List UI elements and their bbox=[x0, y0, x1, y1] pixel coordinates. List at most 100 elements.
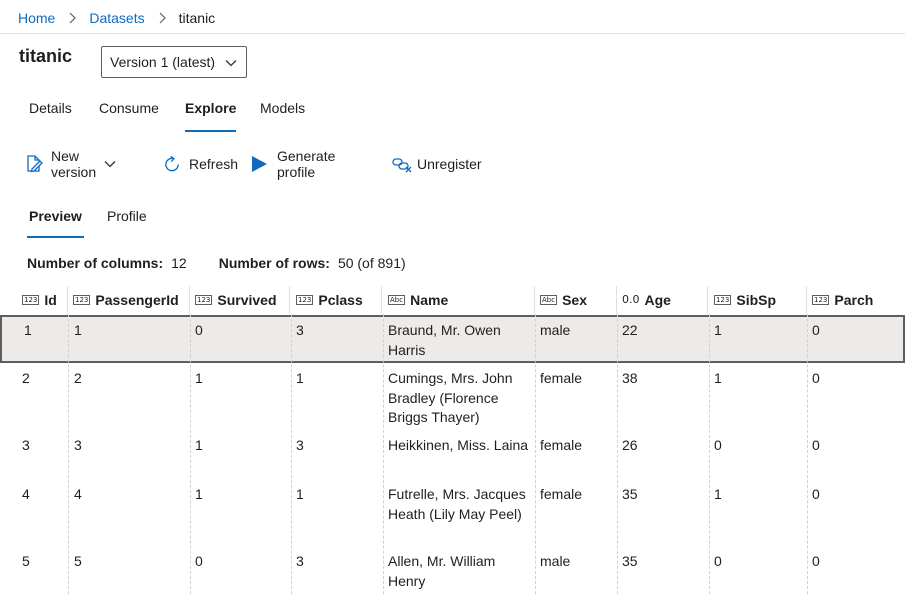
columns-count-value: 12 bbox=[171, 255, 187, 271]
tab-label: Models bbox=[260, 100, 306, 116]
tab-label: Consume bbox=[99, 100, 159, 116]
chevron-right-icon bbox=[145, 12, 179, 24]
table-cell: 0 bbox=[714, 437, 722, 453]
column-header-parch[interactable]: 123 Parch bbox=[812, 286, 905, 314]
unlink-icon bbox=[392, 155, 412, 173]
table-cell: 1 bbox=[195, 437, 203, 453]
tab-models[interactable]: Models bbox=[260, 100, 305, 132]
new-version-button[interactable]: New version bbox=[24, 148, 116, 180]
table-cell: 1 bbox=[714, 322, 722, 338]
breadcrumb-datasets-link[interactable]: Datasets bbox=[89, 10, 144, 26]
table-cell: 0 bbox=[714, 553, 722, 569]
tab-explore[interactable]: Explore bbox=[185, 100, 237, 132]
table-row[interactable]: 5 5 0 3 Allen, Mr. William Henry male 35… bbox=[0, 548, 905, 594]
numeric-type-icon: 123 bbox=[195, 295, 213, 305]
table-cell: 1 bbox=[714, 486, 722, 502]
numeric-type-icon: 123 bbox=[714, 295, 732, 305]
play-icon bbox=[250, 155, 268, 173]
column-header-label: Id bbox=[44, 292, 57, 308]
table-cell: female bbox=[540, 486, 583, 502]
column-header-sibsp[interactable]: 123 SibSp bbox=[714, 286, 807, 314]
refresh-button[interactable]: Refresh bbox=[163, 152, 238, 176]
column-header-label: Name bbox=[410, 292, 449, 308]
table-cell: Braund, Mr. Owen Harris bbox=[388, 322, 501, 358]
unregister-button[interactable]: Unregister bbox=[392, 152, 482, 176]
header-divider bbox=[0, 33, 905, 34]
column-divider bbox=[807, 314, 808, 594]
column-header-label: Parch bbox=[834, 292, 874, 308]
generate-profile-button[interactable]: Generate profile bbox=[250, 148, 335, 180]
table-cell: 0 bbox=[812, 322, 820, 338]
column-header-passengerid[interactable]: 123 PassengerId bbox=[73, 286, 190, 314]
text-type-icon: Abc bbox=[388, 295, 406, 305]
breadcrumb-current: titanic bbox=[178, 10, 216, 26]
column-header-label: Survived bbox=[217, 292, 277, 308]
columns-count-label: Number of columns: bbox=[27, 255, 164, 271]
table-row[interactable]: 2 2 1 1 Cumings, Mrs. John Bradley (Flor… bbox=[0, 365, 905, 431]
tab-profile[interactable]: Profile bbox=[107, 208, 147, 240]
column-header-pclass[interactable]: 123 Pclass bbox=[296, 286, 382, 314]
column-divider bbox=[535, 314, 536, 594]
version-dropdown-value: Version 1 (latest) bbox=[110, 54, 216, 70]
table-cell: 1 bbox=[195, 486, 203, 502]
tab-details[interactable]: Details bbox=[29, 100, 72, 132]
table-cell: 1 bbox=[195, 370, 203, 386]
column-header-name[interactable]: Abc Name bbox=[388, 286, 535, 314]
table-cell: 1 bbox=[296, 370, 304, 386]
column-divider bbox=[190, 314, 191, 594]
tab-label: Explore bbox=[185, 100, 237, 116]
numeric-type-icon: 123 bbox=[22, 295, 40, 305]
table-cell: 5 bbox=[74, 553, 82, 569]
tab-label: Profile bbox=[107, 208, 147, 224]
rows-count-value: 50 (of 891) bbox=[337, 255, 406, 271]
table-cell: 0 bbox=[195, 322, 203, 338]
refresh-icon bbox=[163, 155, 182, 174]
table-cell: 3 bbox=[296, 553, 304, 569]
table-cell: Heikkinen, Miss. Laina bbox=[388, 437, 529, 453]
table-cell: Futrelle, Mrs. Jacques Heath (Lily May P… bbox=[388, 486, 526, 522]
breadcrumb: Home Datasets titanic bbox=[18, 8, 215, 28]
column-divider bbox=[383, 314, 384, 594]
table-cell: 0 bbox=[812, 370, 820, 386]
tab-preview[interactable]: Preview bbox=[27, 208, 84, 240]
column-divider bbox=[709, 314, 710, 594]
column-header-sex[interactable]: Abc Sex bbox=[540, 286, 617, 314]
dataset-explore-page: Home Datasets titanic titanic Version 1 … bbox=[0, 0, 905, 594]
table-cell: 22 bbox=[622, 322, 638, 338]
table-row[interactable]: 4 4 1 1 Futrelle, Mrs. Jacques Heath (Li… bbox=[0, 481, 905, 547]
numeric-type-icon: 123 bbox=[812, 295, 830, 305]
table-cell: Allen, Mr. William Henry bbox=[388, 553, 496, 589]
new-version-label: New version bbox=[51, 148, 97, 180]
table-cell: 1 bbox=[74, 322, 82, 338]
breadcrumb-home-link[interactable]: Home bbox=[18, 10, 55, 26]
generate-profile-label: Generate profile bbox=[277, 148, 336, 180]
rows-count-label: Number of rows: bbox=[218, 255, 330, 271]
column-header-label: Pclass bbox=[318, 292, 363, 308]
column-header-label: PassengerId bbox=[95, 292, 179, 308]
column-header-id[interactable]: 123 Id bbox=[22, 286, 68, 314]
table-cell: 3 bbox=[74, 437, 82, 453]
table-row[interactable]: 1 1 0 3 Braund, Mr. Owen Harris male 22 … bbox=[0, 315, 905, 363]
column-divider bbox=[291, 314, 292, 594]
table-cell: female bbox=[540, 437, 583, 453]
table-cell: female bbox=[540, 370, 583, 386]
data-preview-table: 123 Id 123 PassengerId 123 Survived 123 … bbox=[0, 286, 905, 594]
chevron-down-icon bbox=[104, 160, 116, 168]
table-cell: 3 bbox=[22, 437, 30, 453]
version-dropdown[interactable]: Version 1 (latest) bbox=[101, 46, 247, 78]
column-header-survived[interactable]: 123 Survived bbox=[195, 286, 290, 314]
column-header-age[interactable]: 0.0 Age bbox=[622, 286, 708, 314]
tab-label: Details bbox=[29, 100, 72, 116]
column-header-label: SibSp bbox=[736, 292, 777, 308]
decimal-type-icon: 0.0 bbox=[622, 293, 640, 306]
table-cell: 35 bbox=[622, 553, 638, 569]
table-cell: male bbox=[540, 553, 571, 569]
table-cell: 35 bbox=[622, 486, 638, 502]
chevron-right-icon bbox=[55, 12, 89, 24]
table-row[interactable]: 3 3 1 3 Heikkinen, Miss. Laina female 26… bbox=[0, 432, 905, 480]
chevron-down-icon bbox=[225, 54, 237, 70]
page-title: titanic bbox=[19, 46, 73, 66]
edit-document-icon bbox=[24, 154, 44, 174]
table-cell: 4 bbox=[22, 486, 30, 502]
tab-consume[interactable]: Consume bbox=[99, 100, 159, 132]
